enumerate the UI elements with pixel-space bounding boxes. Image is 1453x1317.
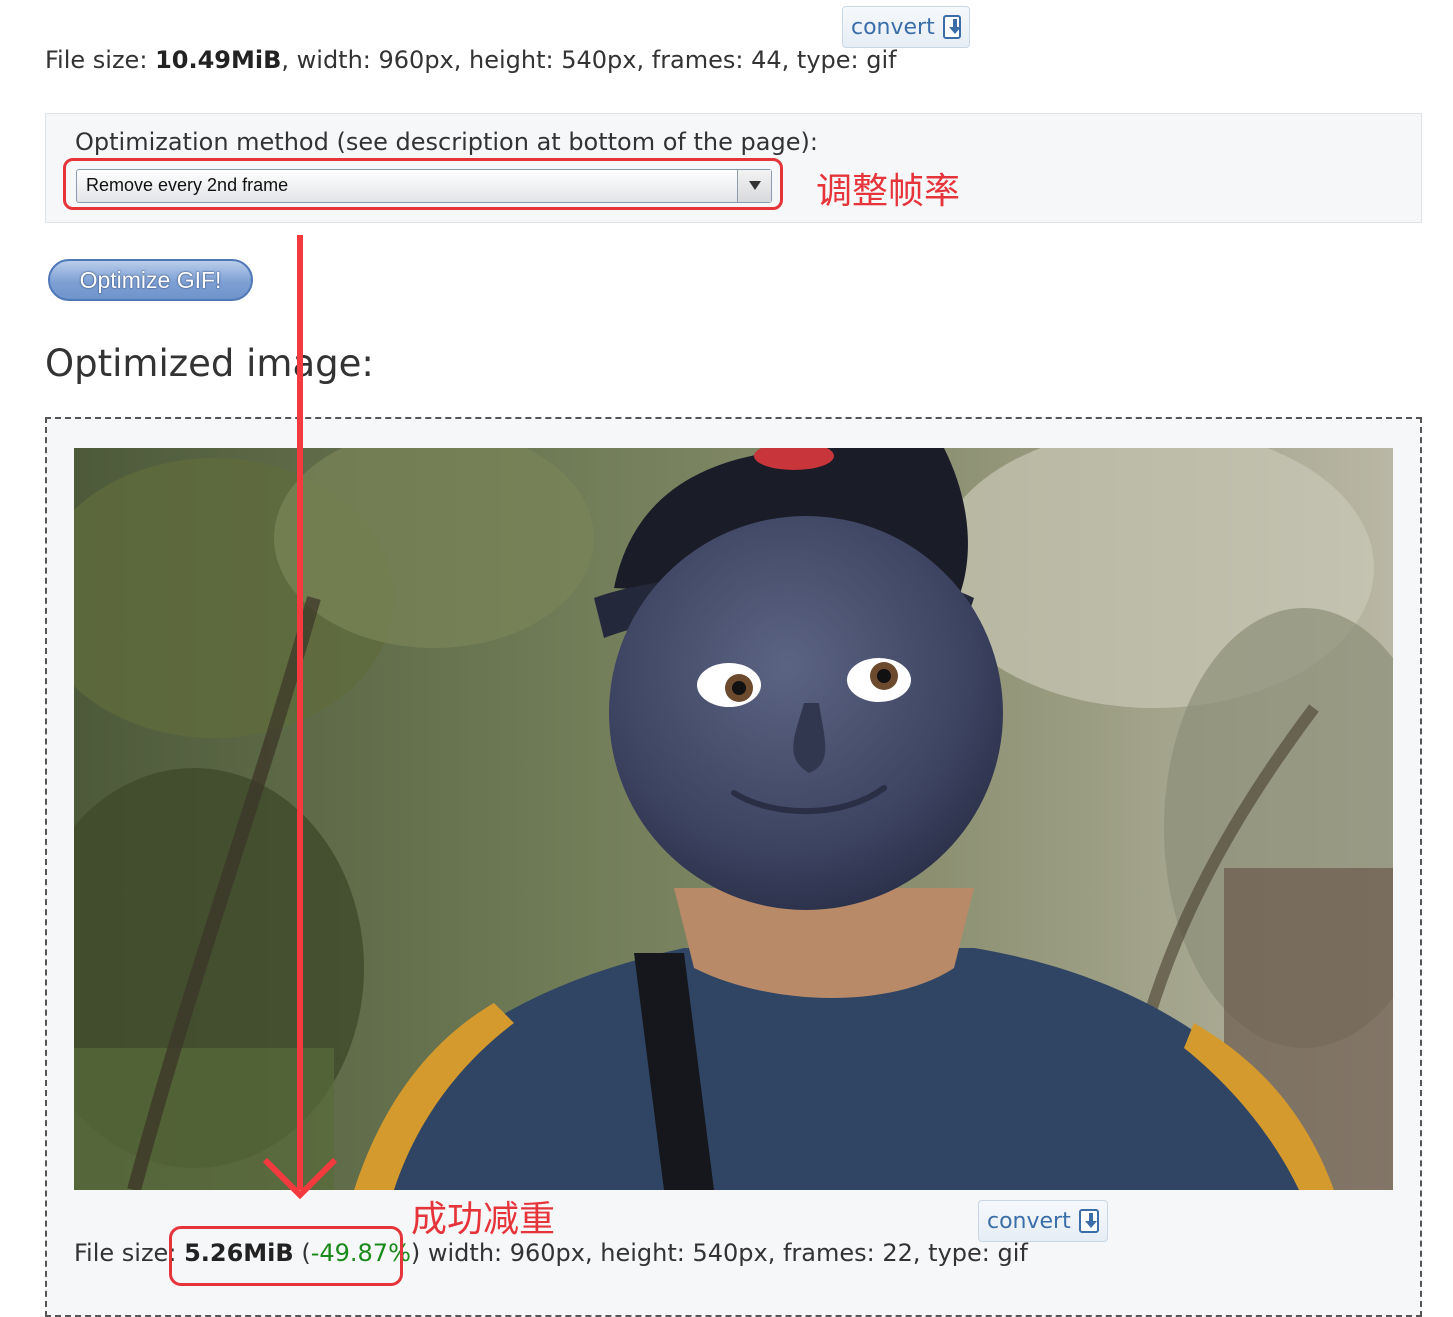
convert-button-optimized[interactable]: convert: [978, 1200, 1108, 1242]
original-file-info: File size: 10.49MiB, width: 960px, heigh…: [45, 46, 897, 74]
close-paren: ): [410, 1239, 421, 1267]
download-icon: [1078, 1209, 1099, 1233]
convert-button-original[interactable]: convert: [842, 6, 970, 48]
file-size-value: 10.49MiB: [155, 46, 282, 74]
file-size-label: File size:: [45, 46, 148, 74]
annotation-arrow: [262, 235, 338, 1200]
optimize-gif-button[interactable]: Optimize GIF!: [48, 259, 253, 301]
convert-label: convert: [851, 14, 935, 40]
download-icon: [942, 15, 962, 39]
annotation-highlight-size: [169, 1226, 403, 1286]
convert-label: convert: [987, 1208, 1071, 1234]
annotation-frame-rate: 调整帧率: [816, 171, 961, 212]
file-details: width: 960px, height: 540px, frames: 22,…: [420, 1239, 1028, 1267]
file-size-label: File size:: [74, 1239, 177, 1267]
annotation-weight-reduced: 成功减重: [411, 1199, 556, 1240]
file-details: , width: 960px, height: 540px, frames: 4…: [281, 46, 897, 74]
annotation-highlight-select: [63, 158, 783, 210]
optimization-method-label: Optimization method (see description at …: [75, 128, 818, 156]
